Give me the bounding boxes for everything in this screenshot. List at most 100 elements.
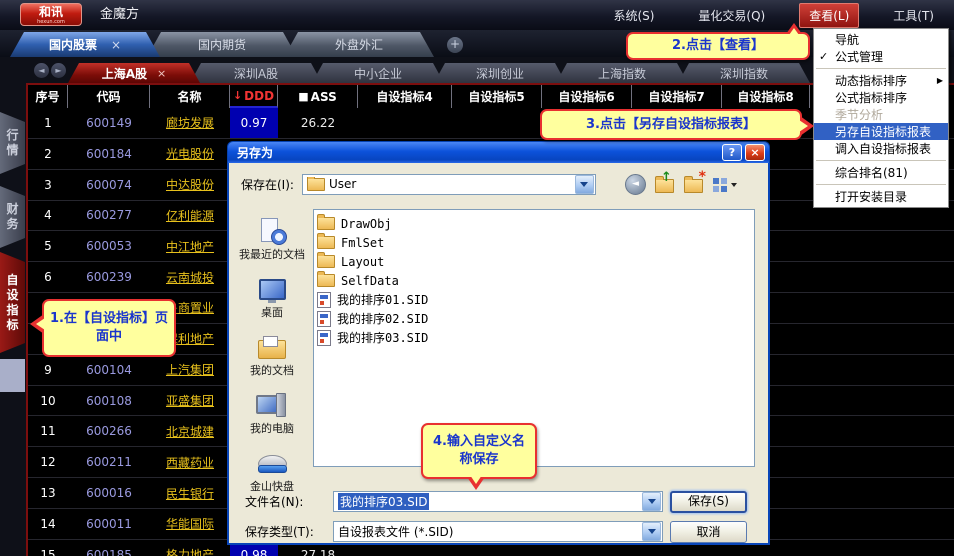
folder-icon [307, 178, 325, 191]
menu-item[interactable]: 导航 [814, 31, 948, 48]
column-header[interactable]: 名称 [150, 85, 230, 108]
sub-tab[interactable]: 上海指数 [556, 63, 688, 83]
dialog-titlebar[interactable]: 另存为 ? × [227, 141, 770, 163]
main-tab[interactable]: 国内股票× [10, 32, 160, 57]
stock-name: 西藏药业 [150, 447, 230, 477]
back-icon[interactable]: ◄ [625, 174, 646, 195]
new-folder-icon[interactable]: * [684, 174, 704, 194]
add-tab-button[interactable]: + [447, 37, 463, 53]
menu-item[interactable]: ✓公式管理 [814, 48, 948, 65]
file-list-folder[interactable]: SelfData [317, 271, 751, 290]
row-index: 14 [28, 509, 68, 539]
titlebar-menu-item[interactable]: 量化交易(Q) [688, 3, 775, 28]
places-item[interactable]: 我最近的文档 [238, 218, 306, 261]
table-cell [810, 231, 954, 261]
column-header-label: 自设指标6 [558, 88, 614, 105]
main-tab[interactable]: 国内期货 [147, 32, 297, 57]
filetype-combobox[interactable]: 自设报表文件 (*.SID) [333, 521, 663, 542]
sidebar-tab[interactable]: 自设指标 [0, 252, 25, 353]
menu-item[interactable]: 动态指标排序▶ [814, 72, 948, 89]
column-header[interactable]: ↓DDD [230, 85, 278, 108]
column-header[interactable]: 自设指标8 [722, 85, 810, 108]
table-cell [810, 324, 954, 354]
filename-input[interactable]: 我的排序03.SID [333, 491, 663, 512]
recent-documents-icon [256, 218, 288, 245]
row-index: 4 [28, 201, 68, 231]
callout-step2: 2.点击【查看】 [626, 32, 810, 60]
titlebar-menu-item[interactable]: 系统(S) [603, 3, 664, 28]
file-name: 我的排序01.SID [337, 291, 428, 308]
save-button[interactable]: 保存(S) [670, 491, 747, 513]
callout-step1-text: 1.在【自设指标】页面中 [49, 310, 169, 346]
places-bar: 我最近的文档桌面我的文档我的电脑金山快盘 [238, 209, 306, 473]
column-header[interactable]: 自设指标4 [358, 85, 452, 108]
sub-tab[interactable]: 深圳创业 [434, 63, 566, 83]
places-item[interactable]: 桌面 [238, 276, 306, 319]
titlebar-menu-item[interactable]: 查看(L) [799, 3, 859, 28]
column-header[interactable]: ■ASS [278, 85, 358, 108]
save-in-combobox[interactable]: User [302, 174, 596, 195]
column-header[interactable]: 序号 [28, 85, 68, 108]
callout-step4: 4.输入自定义名称保存 [421, 423, 537, 479]
stock-code: 600053 [68, 231, 150, 261]
column-header[interactable]: 自设指标7 [632, 85, 722, 108]
close-icon[interactable]: × [157, 67, 166, 80]
sidebar-tab[interactable]: 财务 [0, 186, 25, 248]
places-item-label: 我的电脑 [250, 422, 294, 435]
menu-separator [816, 184, 946, 185]
cancel-button[interactable]: 取消 [670, 521, 747, 543]
places-item[interactable]: 金山快盘 [238, 450, 306, 493]
menu-item[interactable]: 打开安装目录 [814, 188, 948, 205]
sub-tab[interactable]: 深圳A股 [190, 63, 322, 83]
table-cell [810, 355, 954, 385]
scroll-left-icon[interactable]: ◄ [34, 63, 49, 78]
sub-tab[interactable]: 上海A股× [68, 63, 200, 83]
places-item[interactable]: 我的电脑 [238, 392, 306, 435]
check-icon: ✓ [819, 50, 828, 63]
dialog-toolbar: ◄ ↑ * [625, 173, 737, 195]
help-icon[interactable]: ? [722, 144, 742, 161]
file-name: 我的排序03.SID [337, 329, 428, 346]
menu-item[interactable]: 另存自设指标报表 [814, 123, 948, 140]
places-item[interactable]: 我的文档 [238, 334, 306, 377]
column-header[interactable]: 自设指标6 [542, 85, 632, 108]
scroll-right-icon[interactable]: ► [51, 63, 66, 78]
column-header[interactable]: 代码 [68, 85, 150, 108]
sub-tab[interactable]: 中小企业 [312, 63, 444, 83]
table-cell [810, 386, 954, 416]
file-list-folder[interactable]: DrawObj [317, 214, 751, 233]
places-item-label: 我最近的文档 [239, 248, 305, 261]
column-header-label: ASS [311, 90, 337, 104]
logo-subtext: hexun.com [21, 19, 81, 25]
folder-name: Layout [341, 255, 384, 269]
sub-tab-bar: ◄►上海A股×深圳A股 中小企业 深圳创业上海指数深圳指数 [0, 57, 954, 83]
dropdown-arrow-icon[interactable] [642, 492, 661, 511]
file-list-file[interactable]: 我的排序02.SID [317, 309, 751, 328]
sub-tab-label: 中小企业 [354, 65, 402, 82]
titlebar-menu-item[interactable]: 工具(T) [883, 3, 944, 28]
menu-item[interactable]: 公式指标排序 [814, 89, 948, 106]
menu-item-label: 综合排名(81) [835, 164, 908, 181]
column-header[interactable]: 自设指标5 [452, 85, 542, 108]
dropdown-arrow-icon[interactable] [575, 175, 594, 194]
main-tab[interactable]: 外盘外汇 [284, 32, 434, 57]
sidebar-strip [0, 359, 25, 392]
file-list-file[interactable]: 我的排序01.SID [317, 290, 751, 309]
sub-tab[interactable]: 深圳指数 [678, 63, 810, 83]
file-list-file[interactable]: 我的排序03.SID [317, 328, 751, 347]
up-folder-icon[interactable]: ↑ [655, 174, 675, 194]
stock-code: 600149 [68, 108, 150, 138]
view-menu-icon[interactable] [713, 175, 737, 193]
menu-item[interactable]: 调入自设指标报表 [814, 140, 948, 157]
stock-name: 上汽集团 [150, 355, 230, 385]
stock-code: 600211 [68, 447, 150, 477]
file-list-folder[interactable]: FmlSet [317, 233, 751, 252]
row-index: 11 [28, 416, 68, 446]
close-icon[interactable]: × [111, 38, 121, 52]
file-list-folder[interactable]: Layout [317, 252, 751, 271]
stock-code: 600011 [68, 509, 150, 539]
menu-item[interactable]: 综合排名(81) [814, 164, 948, 181]
dropdown-arrow-icon[interactable] [642, 522, 661, 541]
close-icon[interactable]: × [745, 144, 765, 161]
sidebar-tab[interactable]: 行情 [0, 112, 25, 174]
